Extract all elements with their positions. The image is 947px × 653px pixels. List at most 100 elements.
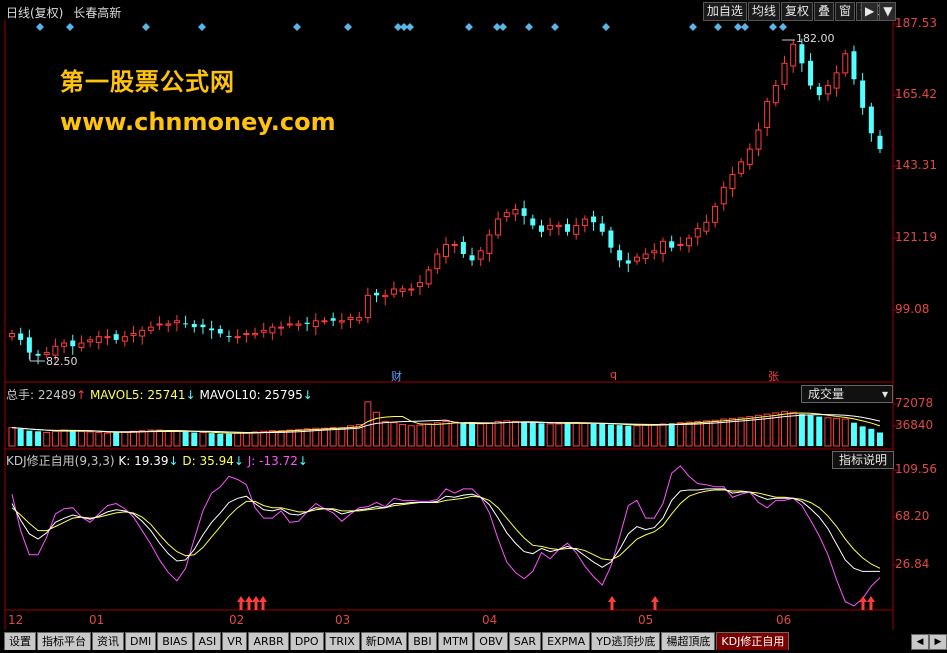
tab-bias[interactable]: BIAS [157, 632, 193, 650]
tab-expma[interactable]: EXPMA [542, 632, 591, 650]
volume-bar [789, 411, 797, 447]
volume-bar [798, 414, 805, 446]
indicator-tabs: 设置 指标平台 资讯 DMI BIAS ASI VR ARBR DPO TRIX… [4, 632, 790, 650]
candle-body-down [191, 323, 197, 328]
x-axis-label: 02 [229, 613, 245, 627]
candle-body-up [87, 339, 94, 343]
overlay-button[interactable]: 叠 [813, 2, 834, 21]
tab-arbr[interactable]: ARBR [248, 632, 289, 650]
volume-bar [260, 430, 268, 447]
candle-body-down [591, 216, 597, 223]
tab-scroll-right-icon[interactable]: ▶ [929, 634, 947, 650]
x-axis-label: 06 [776, 613, 792, 627]
volume-bar [659, 423, 667, 447]
volume-bar [416, 424, 424, 447]
candle-body-up [408, 288, 415, 291]
mavol10-value: 25795 [264, 388, 303, 402]
candle-body-up [746, 148, 753, 165]
candle-body-up [425, 269, 432, 285]
price-axis-label: 165.42 [895, 87, 937, 101]
tab-vr[interactable]: VR [222, 632, 248, 650]
volume-bar [859, 426, 866, 446]
volume-indicator-dropdown[interactable]: 成交量 ▾ [801, 385, 893, 403]
candle-body-up [720, 186, 727, 205]
add-watchlist-button[interactable]: 加自选 [702, 2, 747, 21]
kdj-title[interactable]: KDJ修正自用(9,3,3) [6, 454, 115, 468]
buy-signal-arrow-icon [245, 596, 253, 610]
candle-body-up [382, 294, 389, 298]
volume-bar [555, 423, 563, 447]
x-axis-label: 01 [89, 613, 105, 627]
tab-new-dma[interactable]: 新DMA [360, 632, 408, 650]
volume-bar [728, 417, 736, 447]
window-button[interactable]: 窗 [834, 2, 855, 21]
volume-bar [668, 423, 675, 446]
candle-body-up [660, 240, 666, 254]
tab-indicator-platform[interactable]: 指标平台 [37, 632, 91, 650]
chevron-down-icon[interactable]: ▼ [879, 2, 897, 21]
volume-bar [35, 431, 42, 446]
volume-bar [208, 433, 215, 446]
candle-body-up [712, 205, 719, 223]
volume-bar [625, 425, 632, 446]
candle-body-up [642, 253, 649, 259]
event-marker-q[interactable]: q [610, 368, 617, 381]
volume-bar [650, 424, 658, 447]
tab-yang-chao[interactable]: 楊超頂底 [661, 632, 716, 650]
adjust-button[interactable]: 复权 [780, 2, 813, 21]
volume-bar [95, 432, 103, 447]
play-right-icon[interactable]: ▶ [861, 2, 879, 21]
tab-bbi[interactable]: BBI [408, 632, 437, 650]
volume-bar [485, 422, 493, 447]
tab-asi[interactable]: ASI [193, 632, 222, 650]
volume-bar [147, 429, 155, 447]
tab-dpo[interactable]: DPO [289, 632, 324, 650]
candle-body-up [286, 323, 293, 326]
stock-chart[interactable] [0, 0, 947, 653]
tab-kdj-custom[interactable]: KDJ修正自用 [716, 632, 790, 650]
event-marker-finance[interactable]: 财 [391, 368, 402, 384]
tab-dmi[interactable]: DMI [125, 632, 157, 650]
tab-settings[interactable]: 设置 [4, 632, 36, 650]
candle-body-down [851, 51, 857, 80]
event-diamond-icon [406, 23, 414, 31]
volume-bar [676, 422, 684, 447]
candle-body-up [269, 326, 276, 334]
candle-body-down [877, 135, 883, 150]
candle-body-up [755, 129, 762, 150]
tab-news[interactable]: 资讯 [92, 632, 124, 650]
volume-bar [807, 415, 814, 446]
volume-bar [320, 427, 328, 447]
moving-average-button[interactable]: 均线 [747, 2, 780, 21]
candle-body-up [295, 323, 302, 326]
tab-trix[interactable]: TRIX [324, 632, 360, 650]
candle-body-up [824, 85, 831, 95]
volume-value: 22489 [37, 388, 77, 402]
tab-scroll-left-icon[interactable]: ◀ [911, 634, 929, 650]
tab-mtm[interactable]: MTM [437, 632, 474, 650]
candle-body-up [416, 282, 423, 287]
candle-body-up [581, 218, 588, 226]
tab-yd-escape[interactable]: YD逃顶抄底 [591, 632, 661, 650]
tab-obv[interactable]: OBV [474, 632, 508, 650]
event-diamond-icon [734, 23, 742, 31]
volume-bar [477, 423, 485, 447]
candle-body-down [816, 86, 822, 96]
volume-bar [581, 422, 589, 447]
event-diamond-icon [741, 23, 749, 31]
candle-body-up [573, 224, 580, 235]
high-price-marker: 182.00 [796, 32, 835, 45]
kdj-j-line [11, 465, 881, 607]
low-price-marker: 82.50 [46, 355, 78, 368]
candle-body-up [729, 174, 736, 190]
candle-body-up [651, 250, 658, 254]
volume-bar [399, 424, 407, 447]
period-label[interactable]: 日线(复权) [6, 6, 63, 20]
candle-body-down [113, 334, 119, 340]
event-diamond-icon [525, 23, 533, 31]
tab-sar[interactable]: SAR [508, 632, 542, 650]
volume-bar [381, 420, 389, 447]
indicator-help-button[interactable]: 指标说明 [832, 451, 895, 469]
event-marker-rise[interactable]: 张 [768, 368, 779, 384]
candle-body-up [260, 329, 267, 333]
